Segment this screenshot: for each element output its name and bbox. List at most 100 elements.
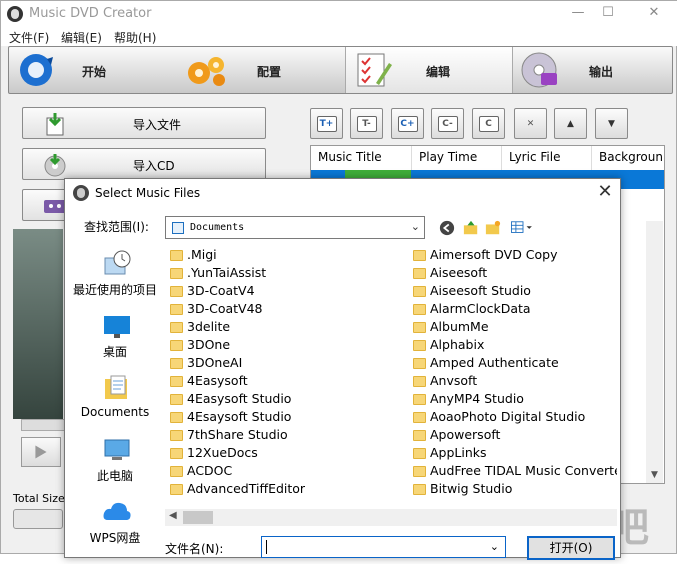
folder-name: 3delite — [187, 319, 231, 334]
file-list-horizontal-scrollbar[interactable]: ◀ — [165, 509, 617, 526]
folder-icon — [170, 466, 183, 477]
remove-title-button[interactable]: T- — [350, 108, 383, 139]
import-file-label: 导入文件 — [133, 118, 182, 132]
new-folder-icon — [485, 220, 501, 235]
add-chapter-label: C+ — [397, 116, 418, 132]
menu-edit[interactable]: 编辑(E) — [61, 29, 102, 46]
file-list[interactable]: .Migi .YunTaiAssist 3D-CoatV4 3D-CoatV48 3de… — [165, 244, 617, 528]
recent-items-icon — [104, 250, 131, 275]
folder-name: AlbumMe — [430, 319, 489, 334]
folder-name: Bitwig Studio — [430, 481, 513, 496]
place-wps-cloud[interactable]: WPS网盘 — [65, 492, 165, 554]
folder-name: AnyMP4 Studio — [430, 391, 524, 406]
filename-dropdown-arrow[interactable]: ⌄ — [490, 540, 499, 553]
move-up-button[interactable]: ▲ — [554, 108, 587, 139]
import-cd-button[interactable]: 导入CD — [22, 148, 266, 180]
scroll-thumb[interactable] — [183, 511, 213, 524]
scroll-left-arrow[interactable]: ◀ — [169, 510, 177, 521]
place-recent[interactable]: 最近使用的项目 — [65, 244, 165, 306]
column-lyric-file[interactable]: Lyric File — [502, 146, 592, 170]
tab-config[interactable]: 配置 — [177, 47, 345, 93]
remove-chapter-button[interactable]: C- — [431, 108, 464, 139]
view-menu-button[interactable] — [509, 220, 537, 238]
back-arrow-icon — [439, 220, 455, 236]
filename-input[interactable]: ⌄ — [261, 536, 506, 558]
delete-icon: ✕ — [526, 119, 535, 129]
delete-button[interactable]: ✕ — [514, 108, 547, 139]
up-folder-button[interactable] — [462, 220, 480, 238]
folder-icon — [413, 484, 426, 495]
add-chapter-button[interactable]: C+ — [391, 108, 424, 139]
place-desktop[interactable]: 桌面 — [65, 306, 165, 368]
move-down-button[interactable]: ▼ — [595, 108, 628, 139]
scroll-down-arrow[interactable]: ▼ — [646, 467, 663, 483]
folder-icon — [413, 376, 426, 387]
dialog-close-button[interactable]: ✕ — [593, 181, 617, 202]
folder-name: Aiseesoft Studio — [430, 283, 531, 298]
folder-name: AlarmClockData — [430, 301, 531, 316]
folder-name: 3D-CoatV4 — [187, 283, 255, 298]
folder-icon — [170, 412, 183, 423]
maximize-button[interactable]: ☐ — [593, 5, 623, 20]
look-in-value: Documents — [190, 222, 245, 233]
tab-edit[interactable]: 编辑 — [345, 47, 513, 93]
place-this-pc-label: 此电脑 — [96, 469, 133, 483]
menu-file[interactable]: 文件(F) — [9, 29, 49, 46]
folder-name: 4Easysoft Studio — [187, 391, 292, 406]
seek-bar[interactable] — [21, 419, 65, 431]
folder-icon — [413, 412, 426, 423]
list-vertical-scrollbar[interactable] — [646, 221, 663, 483]
play-button[interactable] — [21, 437, 61, 467]
view-grid-icon — [510, 221, 532, 233]
folder-icon — [413, 358, 426, 369]
import-file-button[interactable]: 导入文件 — [22, 107, 266, 139]
tab-start-label: 开始 — [82, 65, 107, 79]
folder-name: 3DOne — [187, 337, 231, 352]
place-this-pc[interactable]: 此电脑 — [65, 430, 165, 492]
back-button[interactable] — [438, 220, 456, 238]
column-background[interactable]: Backgroun — [592, 146, 664, 170]
folder-icon — [413, 268, 426, 279]
look-in-combo[interactable]: Documents ⌄ — [165, 216, 425, 239]
folder-name: AudFree TIDAL Music Converter — [430, 463, 617, 478]
column-play-time[interactable]: Play Time — [412, 146, 502, 170]
column-music-title[interactable]: Music Title — [311, 146, 412, 170]
tab-output[interactable]: 输出 — [513, 47, 673, 93]
folder-icon — [170, 322, 183, 333]
new-folder-button[interactable] — [484, 220, 502, 238]
folder-icon — [413, 430, 426, 441]
menu-help[interactable]: 帮助(H) — [114, 29, 156, 46]
place-recent-label: 最近使用的项目 — [72, 283, 157, 297]
chapter-settings-label: C — [478, 116, 499, 132]
open-button[interactable]: 打开(O) — [527, 536, 615, 560]
documents-icon — [172, 222, 184, 234]
folder-name: 3D-CoatV48 — [187, 301, 263, 316]
folder-name: 4Easysoft — [187, 373, 248, 388]
add-title-button[interactable]: T+ — [310, 108, 343, 139]
chevron-down-icon: ⌄ — [410, 220, 420, 233]
folder-icon — [170, 286, 183, 297]
app-icon — [7, 6, 23, 22]
folder-name: Aiseesoft — [430, 265, 488, 280]
place-wps-cloud-label: WPS网盘 — [89, 531, 141, 545]
remove-title-label: T- — [356, 116, 377, 132]
tab-start[interactable]: 开始 — [9, 47, 177, 93]
folder-icon — [170, 304, 183, 315]
close-button[interactable]: ✕ — [639, 5, 669, 20]
look-in-label: 查找范围(I): — [84, 220, 149, 234]
place-documents[interactable]: Documents — [65, 368, 165, 430]
tab-edit-label: 编辑 — [426, 65, 451, 79]
import-cd-label: 导入CD — [133, 159, 175, 173]
folder-icon — [413, 448, 426, 459]
chapter-settings-button[interactable]: C — [472, 108, 505, 139]
folder-icon — [413, 304, 426, 315]
folder-icon — [413, 340, 426, 351]
folder-icon — [413, 466, 426, 477]
folder-name: 12XueDocs — [187, 445, 258, 460]
cloud-icon — [103, 502, 131, 520]
minimize-button[interactable]: — — [563, 5, 593, 20]
folder-name: 7thShare Studio — [187, 427, 288, 442]
folder-name: Alphabix — [430, 337, 485, 352]
place-documents-label: Documents — [80, 405, 150, 419]
cd-icon — [44, 154, 66, 177]
